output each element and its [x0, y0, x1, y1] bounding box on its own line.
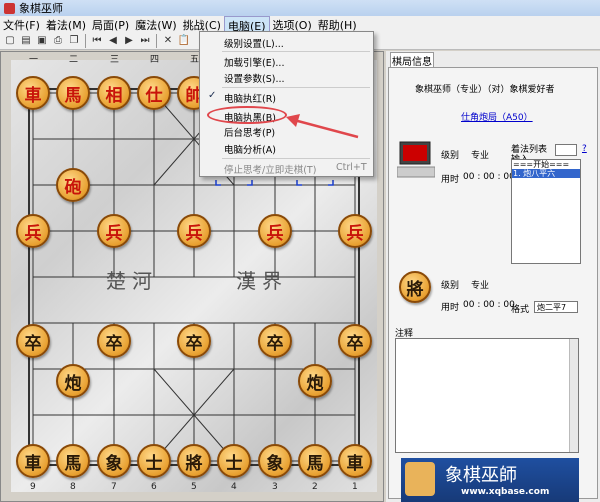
- annotation-arrow: [286, 114, 359, 139]
